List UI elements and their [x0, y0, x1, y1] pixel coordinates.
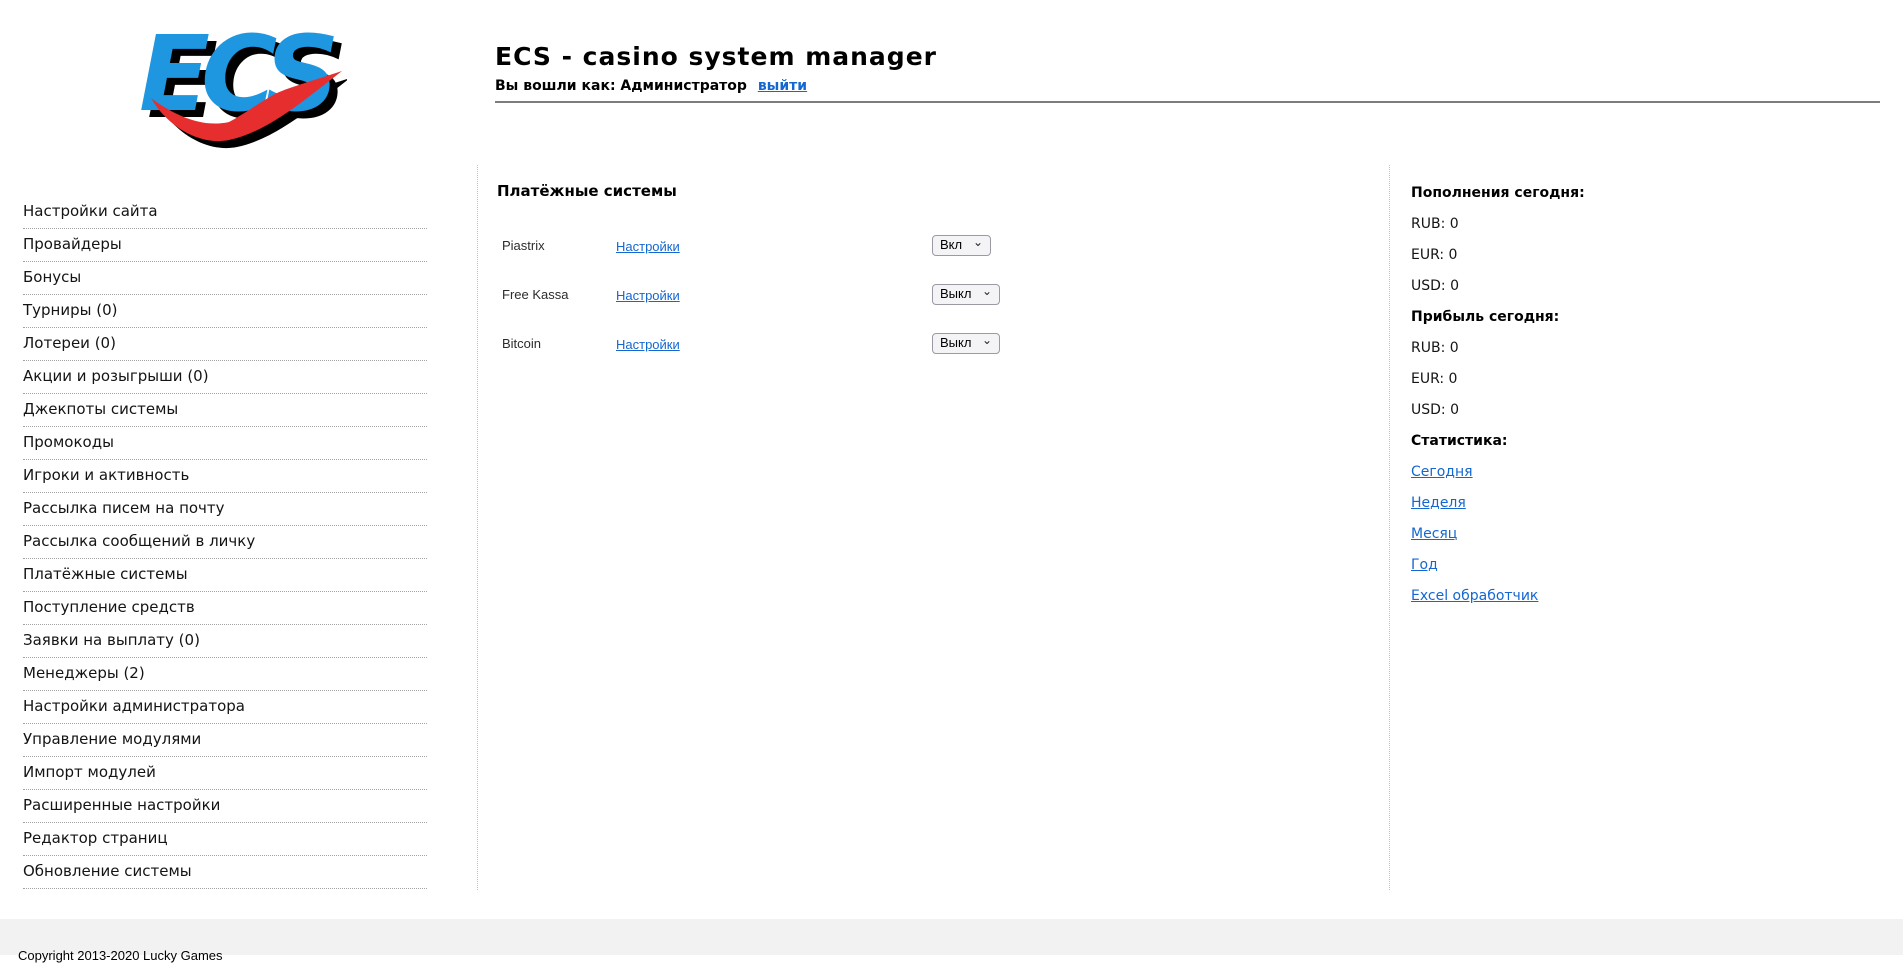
statistics-link[interactable]: Excel обработчик — [1411, 589, 1538, 604]
sidebar-item[interactable]: Настройки сайта — [23, 196, 427, 229]
deposits-today-list: RUB: 0 EUR: 0 USD: 0 — [1411, 217, 1711, 294]
profit-today-list: RUB: 0 EUR: 0 USD: 0 — [1411, 341, 1711, 418]
payment-settings-link[interactable]: Настройки — [616, 337, 680, 352]
payments-section: Платёжные системы Piastrix Настройки Вкл… — [497, 182, 1377, 381]
payment-state-select-wrap: Выкл ⌄ — [932, 283, 1000, 305]
sidebar-item[interactable]: Редактор страниц — [23, 823, 427, 856]
payment-state-select-wrap: Выкл ⌄ — [932, 332, 1000, 354]
profit-amount-line: RUB: 0 — [1411, 340, 1459, 356]
profit-today-title: Прибыль сегодня: — [1411, 309, 1560, 325]
payments-list: Piastrix Настройки Вкл ⌄ Free Kassa Наст… — [497, 234, 1377, 354]
sidebar-item[interactable]: Провайдеры — [23, 229, 427, 262]
payment-name: Bitcoin — [502, 335, 542, 351]
sidebar-item[interactable]: Импорт модулей — [23, 757, 427, 790]
statistics-link[interactable]: Месяц — [1411, 527, 1457, 542]
payment-state-select-wrap: Вкл ⌄ — [932, 234, 991, 256]
statistics-link[interactable]: Неделя — [1411, 496, 1466, 511]
payment-state-select[interactable]: Вкл — [932, 234, 991, 256]
sidebar-item[interactable]: Заявки на выплату (0) — [23, 625, 427, 658]
sidebar-item[interactable]: Управление модулями — [23, 724, 427, 757]
deposit-amount-line: USD: 0 — [1411, 278, 1459, 294]
deposits-today-title: Пополнения сегодня: — [1411, 185, 1585, 201]
sidebar-item[interactable]: Джекпоты системы — [23, 394, 427, 427]
sidebar-item[interactable]: Обновление системы — [23, 856, 427, 889]
header: ECS - casino system manager Вы вошли как… — [495, 42, 937, 94]
footer: Copyright 2013-2020 Lucky Games — [0, 919, 1903, 963]
payment-state-select[interactable]: Выкл — [932, 283, 1000, 305]
sidebar-main-divider — [477, 165, 478, 890]
header-divider — [495, 101, 1880, 103]
sidebar-item[interactable]: Игроки и активность — [23, 460, 427, 493]
ecs-logo-image: ECS ECS — [139, 13, 352, 149]
statistics-link[interactable]: Год — [1411, 558, 1438, 573]
profit-amount-line: EUR: 0 — [1411, 371, 1458, 387]
sidebar-item[interactable]: Турниры (0) — [23, 295, 427, 328]
payment-name: Free Kassa — [502, 286, 569, 302]
sidebar-item[interactable]: Акции и розыгрыши (0) — [23, 361, 427, 394]
main-stats-divider — [1389, 165, 1390, 890]
sidebar-item[interactable]: Промокоды — [23, 427, 427, 460]
payment-row: Bitcoin Настройки Выкл ⌄ — [497, 332, 1377, 354]
sidebar-item[interactable]: Платёжные системы — [23, 559, 427, 592]
payment-settings-link[interactable]: Настройки — [616, 239, 680, 254]
copyright-text: Copyright 2013-2020 Lucky Games — [18, 948, 223, 963]
ecs-logo: ECS ECS — [137, 13, 352, 152]
deposit-amount-line: EUR: 0 — [1411, 247, 1458, 263]
profit-amount-line: USD: 0 — [1411, 402, 1459, 418]
sidebar-item[interactable]: Расширенные настройки — [23, 790, 427, 823]
sidebar-item[interactable]: Менеджеры (2) — [23, 658, 427, 691]
logout-link[interactable]: выйти — [758, 78, 807, 94]
sidebar-item[interactable]: Рассылка писем на почту — [23, 493, 427, 526]
payment-state-select[interactable]: Выкл — [932, 332, 1000, 354]
payment-settings-link[interactable]: Настройки — [616, 288, 680, 303]
payments-heading: Платёжные системы — [497, 182, 677, 200]
sidebar-item[interactable]: Бонусы — [23, 262, 427, 295]
sidebar-item[interactable]: Рассылка сообщений в личку — [23, 526, 427, 559]
login-status: Вы вошли как: Администратор выйти — [495, 78, 937, 94]
statistics-link[interactable]: Сегодня — [1411, 465, 1473, 480]
sidebar-item[interactable]: Лотереи (0) — [23, 328, 427, 361]
statistics-title: Статистика: — [1411, 433, 1508, 449]
page-title: ECS - casino system manager — [495, 42, 937, 71]
sidebar-menu: Настройки сайта Провайдеры Бонусы Турниры (… — [23, 196, 427, 889]
payment-row: Free Kassa Настройки Выкл ⌄ — [497, 283, 1377, 305]
deposit-amount-line: RUB: 0 — [1411, 216, 1459, 232]
statistics-links: Сегодня Неделя Месяц Год Excel обработчик — [1411, 465, 1711, 604]
stats-panel: Пополнения сегодня: RUB: 0 EUR: 0 USD: 0 П… — [1411, 186, 1711, 620]
sidebar-item[interactable]: Настройки администратора — [23, 691, 427, 724]
payment-name: Piastrix — [502, 237, 545, 253]
sidebar-item[interactable]: Поступление средств — [23, 592, 427, 625]
login-status-text: Вы вошли как: Администратор — [495, 78, 747, 94]
payment-row: Piastrix Настройки Вкл ⌄ — [497, 234, 1377, 256]
